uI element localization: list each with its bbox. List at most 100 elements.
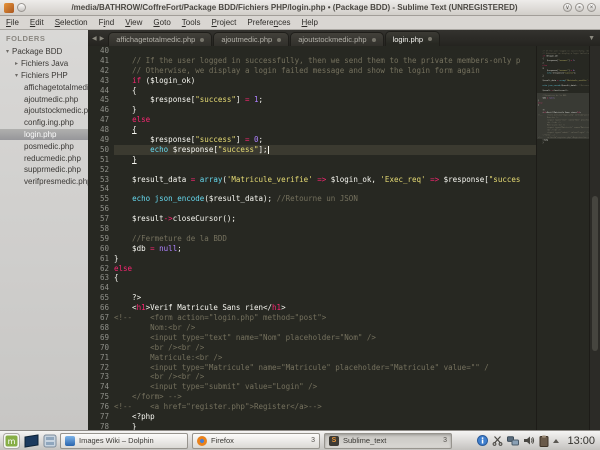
code-line-54[interactable] — [114, 184, 536, 194]
file-drawer-icon[interactable] — [43, 434, 57, 448]
code-line-55[interactable]: echo json_encode($result_data); //Retour… — [114, 194, 536, 204]
code-line-64[interactable] — [114, 283, 536, 293]
code-line-68[interactable]: Nom:<br /> — [114, 323, 536, 333]
menu-help[interactable]: Help — [302, 18, 318, 27]
code-line-75[interactable]: </form> --> — [114, 392, 536, 402]
sidebar-item-supprmedic-php[interactable]: supprmedic.php — [0, 164, 88, 176]
code-line-42[interactable]: // Otherwise, we display a login failed … — [114, 66, 536, 76]
code-line-48[interactable]: { — [114, 125, 536, 135]
tab-login-php[interactable]: login.php — [385, 31, 440, 46]
code-line-73[interactable]: <br /><br /> — [114, 372, 536, 382]
sidebar-item-affichagetotalmedic-php[interactable]: affichagetotalmedic.php — [0, 81, 88, 93]
code-line-40[interactable] — [114, 46, 536, 56]
network-icon[interactable] — [507, 436, 519, 446]
taskbar-button-dolphin[interactable]: Images Wiki – Dolphin — [60, 433, 188, 449]
clock[interactable]: 13:00 — [567, 435, 595, 447]
scrollbar-thumb[interactable] — [592, 196, 598, 351]
menu-file[interactable]: File — [6, 18, 19, 27]
code-line-62[interactable]: else — [114, 264, 536, 274]
code-line-53[interactable]: $result_data = array('Matricule_verifie'… — [114, 175, 536, 185]
sidebar-item-login-php[interactable]: login.php — [0, 129, 88, 141]
taskbar-button-firefox[interactable]: Firefox3 — [192, 433, 320, 449]
tab-ajoutstockmedic-php[interactable]: ajoutstockmedic.php — [290, 32, 383, 46]
code-line-72[interactable]: <input type="Matricule" name="Matricule"… — [114, 363, 536, 373]
collapse-icon[interactable]: ▾ — [15, 72, 18, 79]
menu-edit[interactable]: Edit — [30, 18, 44, 27]
code-line-63[interactable]: { — [114, 273, 536, 283]
code-line-77[interactable]: <?php — [114, 412, 536, 422]
taskbar-button-sublime[interactable]: Sublime_text3 — [324, 433, 452, 449]
info-icon[interactable] — [477, 435, 488, 446]
code-line-43[interactable]: if ($login_ok) — [114, 76, 536, 86]
code-area[interactable]: // If the user logged in successfully, t… — [114, 46, 536, 430]
tab-ajoutmedic-php[interactable]: ajoutmedic.php — [213, 32, 289, 46]
sidebar-item-package-bdd[interactable]: ▾Package BDD — [0, 46, 88, 58]
minimize-icon[interactable]: ∨ — [563, 3, 572, 12]
scissors-icon[interactable] — [492, 435, 503, 446]
code-line-58[interactable] — [114, 224, 536, 234]
menu-find[interactable]: Find — [99, 18, 115, 27]
volume-icon[interactable] — [523, 435, 535, 446]
tab-scroll-left-icon[interactable]: ◀ — [92, 35, 97, 42]
code-line-41[interactable]: // If the user logged in successfully, t… — [114, 56, 536, 66]
code-line-56[interactable] — [114, 204, 536, 214]
collapse-icon[interactable]: ▾ — [6, 48, 9, 55]
minimap-viewport[interactable] — [537, 93, 589, 139]
code-line-51[interactable]: } — [114, 155, 536, 165]
menu-goto[interactable]: Goto — [153, 18, 170, 27]
code-line-78[interactable]: } — [114, 422, 536, 430]
tab-overflow-icon[interactable]: ▼ — [588, 35, 595, 42]
code-line-71[interactable]: Matricule:<br /> — [114, 353, 536, 363]
code-line-50[interactable]: echo $response["success"]; — [114, 145, 536, 155]
sidebar-item-config-ing-php[interactable]: config.ing.php — [0, 117, 88, 129]
code-line-74[interactable]: <input type="submit" value="Login" /> — [114, 382, 536, 392]
modified-dot-icon[interactable] — [428, 37, 432, 41]
sidebar-item-fichiers-java[interactable]: ▸Fichiers Java — [0, 58, 88, 70]
code-line-61[interactable]: } — [114, 254, 536, 264]
code-line-49[interactable]: $response["success"] = 0; — [114, 135, 536, 145]
vertical-scrollbar[interactable] — [589, 46, 600, 430]
code-line-60[interactable]: $db = null; — [114, 244, 536, 254]
code-line-66[interactable]: <h1>Verif Matricule Sans rien</h1> — [114, 303, 536, 313]
menu-selection[interactable]: Selection — [55, 18, 88, 27]
expand-icon[interactable]: ▸ — [15, 60, 18, 67]
line-number: 60 — [88, 244, 109, 254]
code-line-45[interactable]: $response["success"] = 1; — [114, 95, 536, 105]
menu-preferences[interactable]: Preferences — [247, 18, 290, 27]
code-line-65[interactable]: ?> — [114, 293, 536, 303]
editor[interactable]: 4041424344454647484950515253545556575859… — [88, 46, 600, 430]
clipboard-icon[interactable] — [539, 435, 549, 447]
tab-affichagetotalmedic-php[interactable]: affichagetotalmedic.php — [108, 32, 212, 46]
window-titlebar[interactable]: /media/BATHROW/CoffreFort/Package BDD/Fi… — [0, 0, 600, 16]
maximize-icon[interactable]: ∘ — [575, 3, 584, 12]
mint-menu-icon[interactable]: m — [3, 433, 20, 449]
sidebar-item-ajoutstockmedic-php[interactable]: ajoutstockmedic.php — [0, 105, 88, 117]
code-line-52[interactable] — [114, 165, 536, 175]
code-line-70[interactable]: <br /><br /> — [114, 343, 536, 353]
code-line-59[interactable]: //Fermeture de la BDD — [114, 234, 536, 244]
modified-dot-icon[interactable] — [372, 38, 376, 42]
show-desktop-icon[interactable] — [23, 434, 40, 448]
window-menu-button[interactable] — [17, 3, 26, 12]
code-line-44[interactable]: { — [114, 86, 536, 96]
tab-scroll-right-icon[interactable]: ▶ — [100, 35, 105, 42]
code-line-47[interactable]: else — [114, 115, 536, 125]
code-line-76[interactable]: <!-- <a href="register.php">Register</a>… — [114, 402, 536, 412]
menu-view[interactable]: View — [125, 18, 142, 27]
modified-dot-icon[interactable] — [200, 38, 204, 42]
sidebar-item-posmedic-php[interactable]: posmedic.php — [0, 140, 88, 152]
code-line-57[interactable]: $result->closeCursor(); — [114, 214, 536, 224]
code-line-46[interactable]: } — [114, 105, 536, 115]
minimap[interactable]: // If the user logged in successfully, t… — [536, 46, 589, 430]
code-line-69[interactable]: <input type="text" name="Nom" placeholde… — [114, 333, 536, 343]
menu-project[interactable]: Project — [211, 18, 236, 27]
menu-tools[interactable]: Tools — [182, 18, 201, 27]
tray-expander-icon[interactable] — [553, 439, 559, 443]
close-icon[interactable]: × — [587, 3, 596, 12]
sidebar-item-fichiers-php[interactable]: ▾Fichiers PHP — [0, 70, 88, 82]
code-line-67[interactable]: <!-- <form action="login.php" method="po… — [114, 313, 536, 323]
sidebar-item-reducmedic-php[interactable]: reducmedic.php — [0, 152, 88, 164]
modified-dot-icon[interactable] — [277, 38, 281, 42]
sidebar-item-verifpresmedic-php[interactable]: verifpresmedic.php — [0, 176, 88, 188]
sidebar-item-ajoutmedic-php[interactable]: ajoutmedic.php — [0, 93, 88, 105]
